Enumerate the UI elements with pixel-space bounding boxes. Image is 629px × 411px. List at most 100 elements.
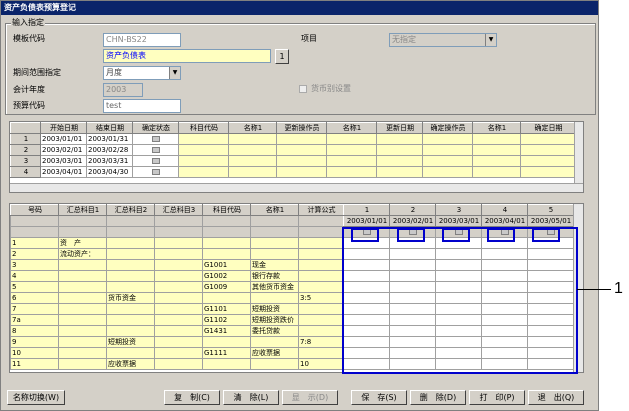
delete-button[interactable]: 删 除(D) [410, 390, 466, 405]
period-select[interactable]: 月度 ▼ [103, 66, 181, 80]
cell [202, 226, 251, 238]
currency-label: 货币别设置 [311, 84, 351, 93]
budget-code-input[interactable]: test [103, 99, 181, 113]
rename-button[interactable]: 名称切换(W) [7, 390, 65, 405]
col-header: 确定操作员 [422, 122, 473, 134]
upper-vertical-scrollbar[interactable] [574, 122, 583, 183]
cell [202, 215, 251, 227]
period-date-row: 2003/01/01 2003/02/01 2003/03/01 2003/04… [343, 215, 574, 227]
table-row[interactable]: 6 货币资金 3:5 [10, 292, 344, 304]
status-checkbox[interactable] [152, 136, 160, 142]
table-row[interactable]: 2 流动资产： [10, 248, 344, 260]
cell [58, 215, 107, 227]
header-spacer-row [10, 226, 344, 238]
table-row[interactable]: 10 G1111 应收票据 [10, 347, 344, 359]
callout-label: 1 [614, 280, 623, 297]
template-lookup-button[interactable]: 1 [275, 49, 289, 64]
project-select[interactable]: 无指定 ▼ [389, 33, 497, 47]
status-checkbox[interactable] [152, 147, 160, 153]
summary1-cell [58, 292, 107, 304]
status-cell[interactable] [132, 144, 179, 156]
currency-checkbox[interactable] [299, 85, 307, 93]
print-button[interactable]: 打 印(P) [469, 390, 525, 405]
summary1-cell [58, 336, 107, 348]
summary3-cell [154, 259, 203, 271]
copy-button[interactable]: 复 制(C) [164, 390, 220, 405]
name-cell [250, 292, 299, 304]
status-cell[interactable] [132, 133, 179, 145]
cell [326, 155, 377, 167]
template-name-field: 资产负债表 [103, 49, 271, 63]
col-header: 汇总科目3 [154, 204, 203, 216]
period-number: 5 [527, 204, 574, 216]
template-code-input[interactable]: CHN-BS22 [103, 33, 181, 47]
cell [178, 155, 229, 167]
project-value: 无指定 [392, 35, 416, 44]
row-number: 7a [10, 314, 59, 326]
summary2-cell [106, 259, 155, 271]
cell [250, 226, 299, 238]
status-checkbox[interactable] [152, 158, 160, 164]
show-button[interactable]: 显 示(D) [282, 390, 338, 405]
cell [276, 144, 327, 156]
end-date-cell[interactable]: 2003/04/30 [86, 166, 133, 178]
table-row[interactable]: 4 G1002 银行存款 [10, 270, 344, 282]
end-date-cell[interactable]: 2003/01/31 [86, 133, 133, 145]
formula-cell [298, 303, 344, 315]
cell [520, 155, 576, 167]
clear-button[interactable]: 清 除(L) [223, 390, 279, 405]
cell [472, 166, 521, 178]
table-row[interactable]: 1 2003/01/01 2003/01/31 [10, 133, 576, 145]
cell [472, 133, 521, 145]
status-checkbox[interactable] [152, 169, 160, 175]
row-number: 4 [10, 166, 41, 178]
account-code-cell: G1111 [202, 347, 251, 359]
status-cell[interactable] [132, 166, 179, 178]
chevron-down-icon[interactable]: ▼ [169, 67, 180, 79]
start-date-cell[interactable]: 2003/03/01 [40, 155, 87, 167]
start-date-cell[interactable]: 2003/02/01 [40, 144, 87, 156]
summary3-cell [154, 347, 203, 359]
table-row[interactable]: 8 G1431 委托贷款 [10, 325, 344, 337]
table-row[interactable]: 2 2003/02/01 2003/02/28 [10, 144, 576, 156]
table-row[interactable]: 9 短期投资 7:8 [10, 336, 344, 348]
table-row[interactable]: 3 G1001 现金 [10, 259, 344, 271]
summary1-cell [58, 303, 107, 315]
summary1-cell: 流动资产： [58, 248, 107, 260]
name-cell [250, 358, 299, 370]
year-label: 会计年度 [13, 85, 45, 94]
table-row[interactable]: 7a G1102 短期投资跌价 [10, 314, 344, 326]
chevron-down-icon[interactable]: ▼ [485, 34, 496, 46]
col-header: 科目代码 [178, 122, 229, 134]
end-date-cell[interactable]: 2003/03/31 [86, 155, 133, 167]
table-row[interactable]: 5 G1009 其他货币资金 [10, 281, 344, 293]
year-input[interactable]: 2003 [103, 83, 143, 97]
table-row[interactable]: 7 G1101 短期投资 [10, 303, 344, 315]
account-code-cell [202, 248, 251, 260]
upper-horizontal-scrollbar[interactable] [10, 183, 583, 192]
exit-button[interactable]: 退 出(Q) [528, 390, 584, 405]
table-row[interactable]: 3 2003/03/01 2003/03/31 [10, 155, 576, 167]
col-header: 确定状态 [132, 122, 179, 134]
cell [422, 155, 473, 167]
table-row[interactable]: 11 应收票据 10 [10, 358, 344, 370]
project-label: 项目 [301, 34, 317, 43]
summary2-cell [106, 314, 155, 326]
cell [228, 144, 277, 156]
period-date: 2003/04/01 [481, 215, 528, 227]
save-button[interactable]: 保 存(S) [351, 390, 407, 405]
table-row[interactable]: 4 2003/04/01 2003/04/30 [10, 166, 576, 178]
col-header: 计算公式 [298, 204, 344, 216]
summary1-cell [58, 347, 107, 359]
status-cell[interactable] [132, 155, 179, 167]
cell [326, 144, 377, 156]
cell [422, 144, 473, 156]
start-date-cell[interactable]: 2003/01/01 [40, 133, 87, 145]
end-date-cell[interactable]: 2003/02/28 [86, 144, 133, 156]
name-cell: 应收票据 [250, 347, 299, 359]
cell [250, 215, 299, 227]
table-row[interactable]: 1资 产 [10, 237, 344, 249]
cell [154, 215, 203, 227]
start-date-cell[interactable]: 2003/04/01 [40, 166, 87, 178]
cell [276, 155, 327, 167]
